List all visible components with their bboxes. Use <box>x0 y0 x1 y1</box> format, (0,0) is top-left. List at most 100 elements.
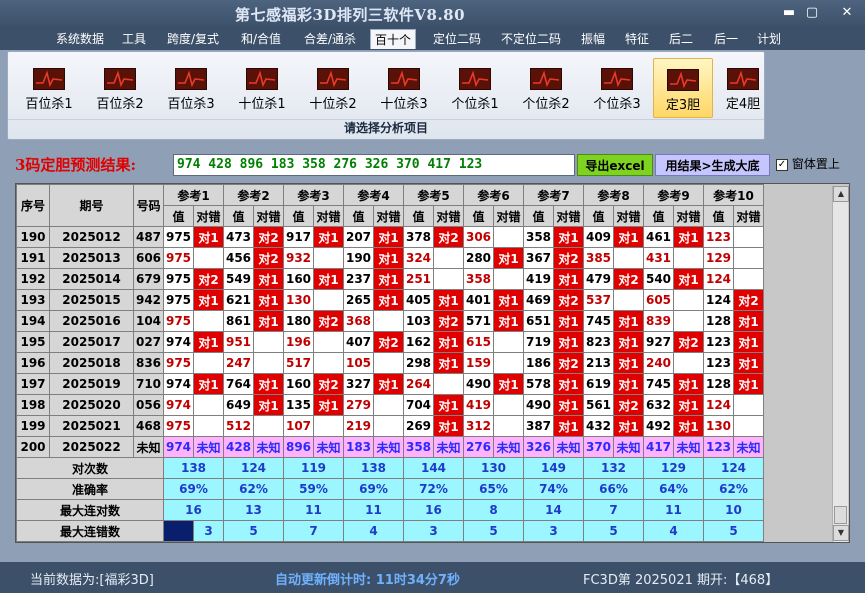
table-row[interactable]: 196 2025018 836 975 247 517 105 298 对1 159 186 对2 21… <box>16 352 764 374</box>
ref-hit-cell: 对1 <box>373 247 404 269</box>
stat-value: 5 <box>703 520 764 542</box>
ribbon-button-label: 定4胆 <box>725 97 761 112</box>
trend-chart-icon <box>246 68 278 90</box>
number-cell: 942 <box>133 289 164 311</box>
scroll-thumb[interactable] <box>834 506 847 524</box>
trend-chart-icon <box>459 68 491 90</box>
data-source-status: 当前数据为:[福彩3D] <box>30 573 154 588</box>
ref-hit-cell <box>253 352 284 374</box>
menu-item-3[interactable]: 和/合值 <box>237 29 285 49</box>
ref-value-cell: 619 <box>583 373 614 395</box>
restore-button[interactable]: ▢ <box>801 4 823 22</box>
table-row[interactable]: 195 2025017 027 974 对1 951 196 407 对2 162 对1 615 719… <box>16 331 764 353</box>
ref-value-cell: 160 <box>283 268 314 290</box>
menu-item-5[interactable]: 百十个 <box>370 29 417 49</box>
prediction-result-field[interactable]: 974 428 896 183 358 276 326 370 417 123 <box>173 154 575 176</box>
col-header-value: 值 <box>463 205 494 227</box>
scroll-up-icon[interactable]: ▲ <box>833 186 849 202</box>
ribbon-button-label: 百位杀1 <box>25 97 73 112</box>
period-cell: 2025016 <box>49 310 134 332</box>
ref-value-cell: 219 <box>343 415 374 437</box>
table-row[interactable]: 192 2025014 679 975 对2 549 对1 160 对1 237 对1 251 358 4… <box>16 268 764 290</box>
ribbon-button-2[interactable]: 百位杀3 <box>161 58 221 118</box>
ref-hit-cell: 对1 <box>193 289 224 311</box>
ref-value-cell: 975 <box>163 415 194 437</box>
ref-value-cell: 103 <box>403 310 434 332</box>
seq-cell: 194 <box>16 310 50 332</box>
ref-hit-cell: 对1 <box>253 394 284 416</box>
table-row[interactable]: 193 2025015 942 975 对1 621 对1 130 265 对1 405 对1 401 对… <box>16 289 764 311</box>
col-header-ref: 参考9 <box>643 184 704 206</box>
ribbon-button-4[interactable]: 十位杀2 <box>303 58 363 118</box>
table-row[interactable]: 198 2025020 056 974 649 对1 135 对1 279 704 对1 419 490… <box>16 394 764 416</box>
table-row[interactable]: 199 2025021 468 975 512 107 219 269 对1 312 387 对1 43… <box>16 415 764 437</box>
number-cell: 606 <box>133 247 164 269</box>
ribbon-button-9[interactable]: 定3胆 <box>653 58 713 118</box>
ref-hit-cell <box>433 268 464 290</box>
menu-item-11[interactable]: 后一 <box>710 29 742 49</box>
pending-row[interactable]: 200 2025022 未知 974 未知 428 未知 896 未知 183 未知 358 未知 276… <box>16 436 764 458</box>
stat-value: 7 <box>283 520 344 542</box>
pending-value-cell: 428 <box>223 436 254 458</box>
export-excel-button[interactable]: 导出excel <box>577 154 653 176</box>
ref-value-cell: 279 <box>343 394 374 416</box>
ref-hit-cell: 对1 <box>373 226 404 248</box>
checkbox-icon[interactable]: ✓ <box>776 158 788 171</box>
ref-hit-cell: 对1 <box>673 415 704 437</box>
generate-base-button[interactable]: 用结果>生成大底 <box>655 154 770 176</box>
ref-hit-cell <box>673 247 704 269</box>
ref-hit-cell: 对1 <box>733 352 764 374</box>
ref-value-cell: 975 <box>163 226 194 248</box>
ribbon-button-3[interactable]: 十位杀1 <box>232 58 292 118</box>
minimize-button[interactable]: ▬ <box>778 4 800 22</box>
ref-value-cell: 975 <box>163 247 194 269</box>
ribbon-button-6[interactable]: 个位杀1 <box>445 58 505 118</box>
period-cell: 2025015 <box>49 289 134 311</box>
menu-item-9[interactable]: 特征 <box>621 29 653 49</box>
ref-hit-cell: 对2 <box>613 268 644 290</box>
stat-row: 最大连对数 16 13 11 11 16 8 14 7 11 10 <box>16 499 764 521</box>
col-header-ref: 参考6 <box>463 184 524 206</box>
number-cell: 679 <box>133 268 164 290</box>
menu-item-1[interactable]: 工具 <box>118 29 150 49</box>
ref-value-cell: 571 <box>463 310 494 332</box>
menu-item-8[interactable]: 振幅 <box>577 29 609 49</box>
menu-item-6[interactable]: 定位二码 <box>429 29 485 49</box>
ref-hit-cell: 对1 <box>613 415 644 437</box>
latest-draw-info: FC3D第 2025021 期开:【468】 <box>583 573 779 588</box>
ribbon-button-label: 个位杀3 <box>593 97 641 112</box>
window-on-top-toggle[interactable]: ✓ 窗体置上 <box>776 155 840 172</box>
period-cell: 2025017 <box>49 331 134 353</box>
close-button[interactable]: ✕ <box>836 4 858 22</box>
table-row[interactable]: 191 2025013 606 975 456 对2 932 190 对1 324 280 对1 367… <box>16 247 764 269</box>
ref-hit-cell <box>493 394 524 416</box>
vertical-scrollbar[interactable]: ▲ ▼ <box>832 186 849 542</box>
ref-hit-cell <box>433 247 464 269</box>
ref-hit-cell <box>493 352 524 374</box>
ref-value-cell: 492 <box>643 415 674 437</box>
menu-item-4[interactable]: 合差/通杀 <box>300 29 360 49</box>
ref-hit-cell: 对1 <box>253 268 284 290</box>
ref-value-cell: 561 <box>583 394 614 416</box>
stat-value: 119 <box>283 457 344 479</box>
menu-item-2[interactable]: 跨度/复式 <box>163 29 223 49</box>
ribbon-button-5[interactable]: 十位杀3 <box>374 58 434 118</box>
ref-hit-cell <box>493 415 524 437</box>
table-row[interactable]: 197 2025019 710 974 对1 764 对1 160 对2 327 对1 264 490 对… <box>16 373 764 395</box>
ribbon-button-0[interactable]: 百位杀1 <box>19 58 79 118</box>
stat-value: 124 <box>223 457 284 479</box>
menu-item-0[interactable]: 系统数据 <box>52 29 108 49</box>
ref-value-cell: 621 <box>223 289 254 311</box>
ribbon-button-8[interactable]: 个位杀3 <box>587 58 647 118</box>
scroll-down-icon[interactable]: ▼ <box>833 525 849 541</box>
ribbon-button-label: 百位杀3 <box>167 97 215 112</box>
table-row[interactable]: 194 2025016 104 975 861 对1 180 对2 368 103 对2 571 对1 6… <box>16 310 764 332</box>
menu-item-7[interactable]: 不定位二码 <box>497 29 565 49</box>
menu-item-10[interactable]: 后二 <box>665 29 697 49</box>
ribbon-button-1[interactable]: 百位杀2 <box>90 58 150 118</box>
trend-chart-icon <box>667 69 699 91</box>
ribbon-button-7[interactable]: 个位杀2 <box>516 58 576 118</box>
menu-item-12[interactable]: 计划 <box>753 29 785 49</box>
ribbon-button-10[interactable]: 定4胆 <box>713 58 773 118</box>
table-row[interactable]: 190 2025012 487 975 对1 473 对2 917 对1 207 对1 378 对2 30… <box>16 226 764 248</box>
